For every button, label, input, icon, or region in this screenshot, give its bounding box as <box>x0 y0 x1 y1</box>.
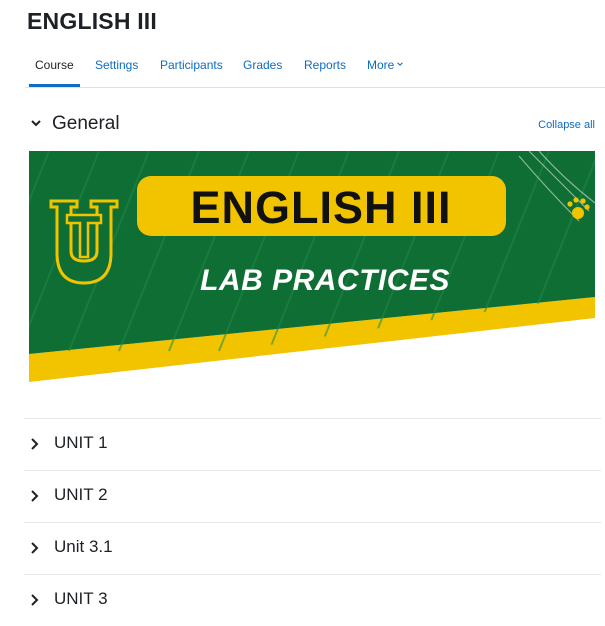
chevron-down-icon <box>397 62 404 66</box>
chevron-right-icon <box>31 490 39 502</box>
tab-course[interactable]: Course <box>29 55 80 87</box>
chevron-down-icon[interactable] <box>30 117 42 129</box>
chevron-right-icon <box>31 594 39 606</box>
section-unit-3[interactable]: UNIT 3 <box>24 574 601 626</box>
banner-subtitle-text: LAB PRACTICES <box>200 264 450 297</box>
chevron-right-icon <box>31 542 39 554</box>
section-unit-3-1[interactable]: Unit 3.1 <box>24 522 601 574</box>
section-title[interactable]: General <box>52 113 120 135</box>
section-title[interactable]: UNIT 2 <box>54 485 108 505</box>
tab-grades[interactable]: Grades <box>243 55 282 86</box>
course-title: ENGLISH III <box>27 8 157 34</box>
section-unit-1[interactable]: UNIT 1 <box>24 418 601 470</box>
section-title[interactable]: Unit 3.1 <box>54 537 113 557</box>
tab-participants[interactable]: Participants <box>160 55 223 86</box>
banner-title-text: ENGLISH III <box>190 182 451 233</box>
tab-reports[interactable]: Reports <box>304 55 346 86</box>
course-banner-image: ENGLISH III LAB PRACTICES <box>29 151 595 382</box>
unit-sections-list: UNIT 1 UNIT 2 Unit 3.1 UNIT 3 <box>24 418 601 626</box>
collapse-all-link[interactable]: Collapse all <box>538 119 595 131</box>
section-header-general: General Collapse all <box>28 113 595 139</box>
tab-more-label: More <box>367 58 395 72</box>
tab-settings[interactable]: Settings <box>95 55 138 86</box>
section-unit-2[interactable]: UNIT 2 <box>24 470 601 522</box>
chevron-right-icon <box>31 438 39 450</box>
section-title[interactable]: UNIT 1 <box>54 433 108 453</box>
section-title[interactable]: UNIT 3 <box>54 589 108 609</box>
tab-more[interactable]: More <box>367 55 404 86</box>
course-nav-tabs: Course Settings Participants Grades Repo… <box>25 55 605 88</box>
